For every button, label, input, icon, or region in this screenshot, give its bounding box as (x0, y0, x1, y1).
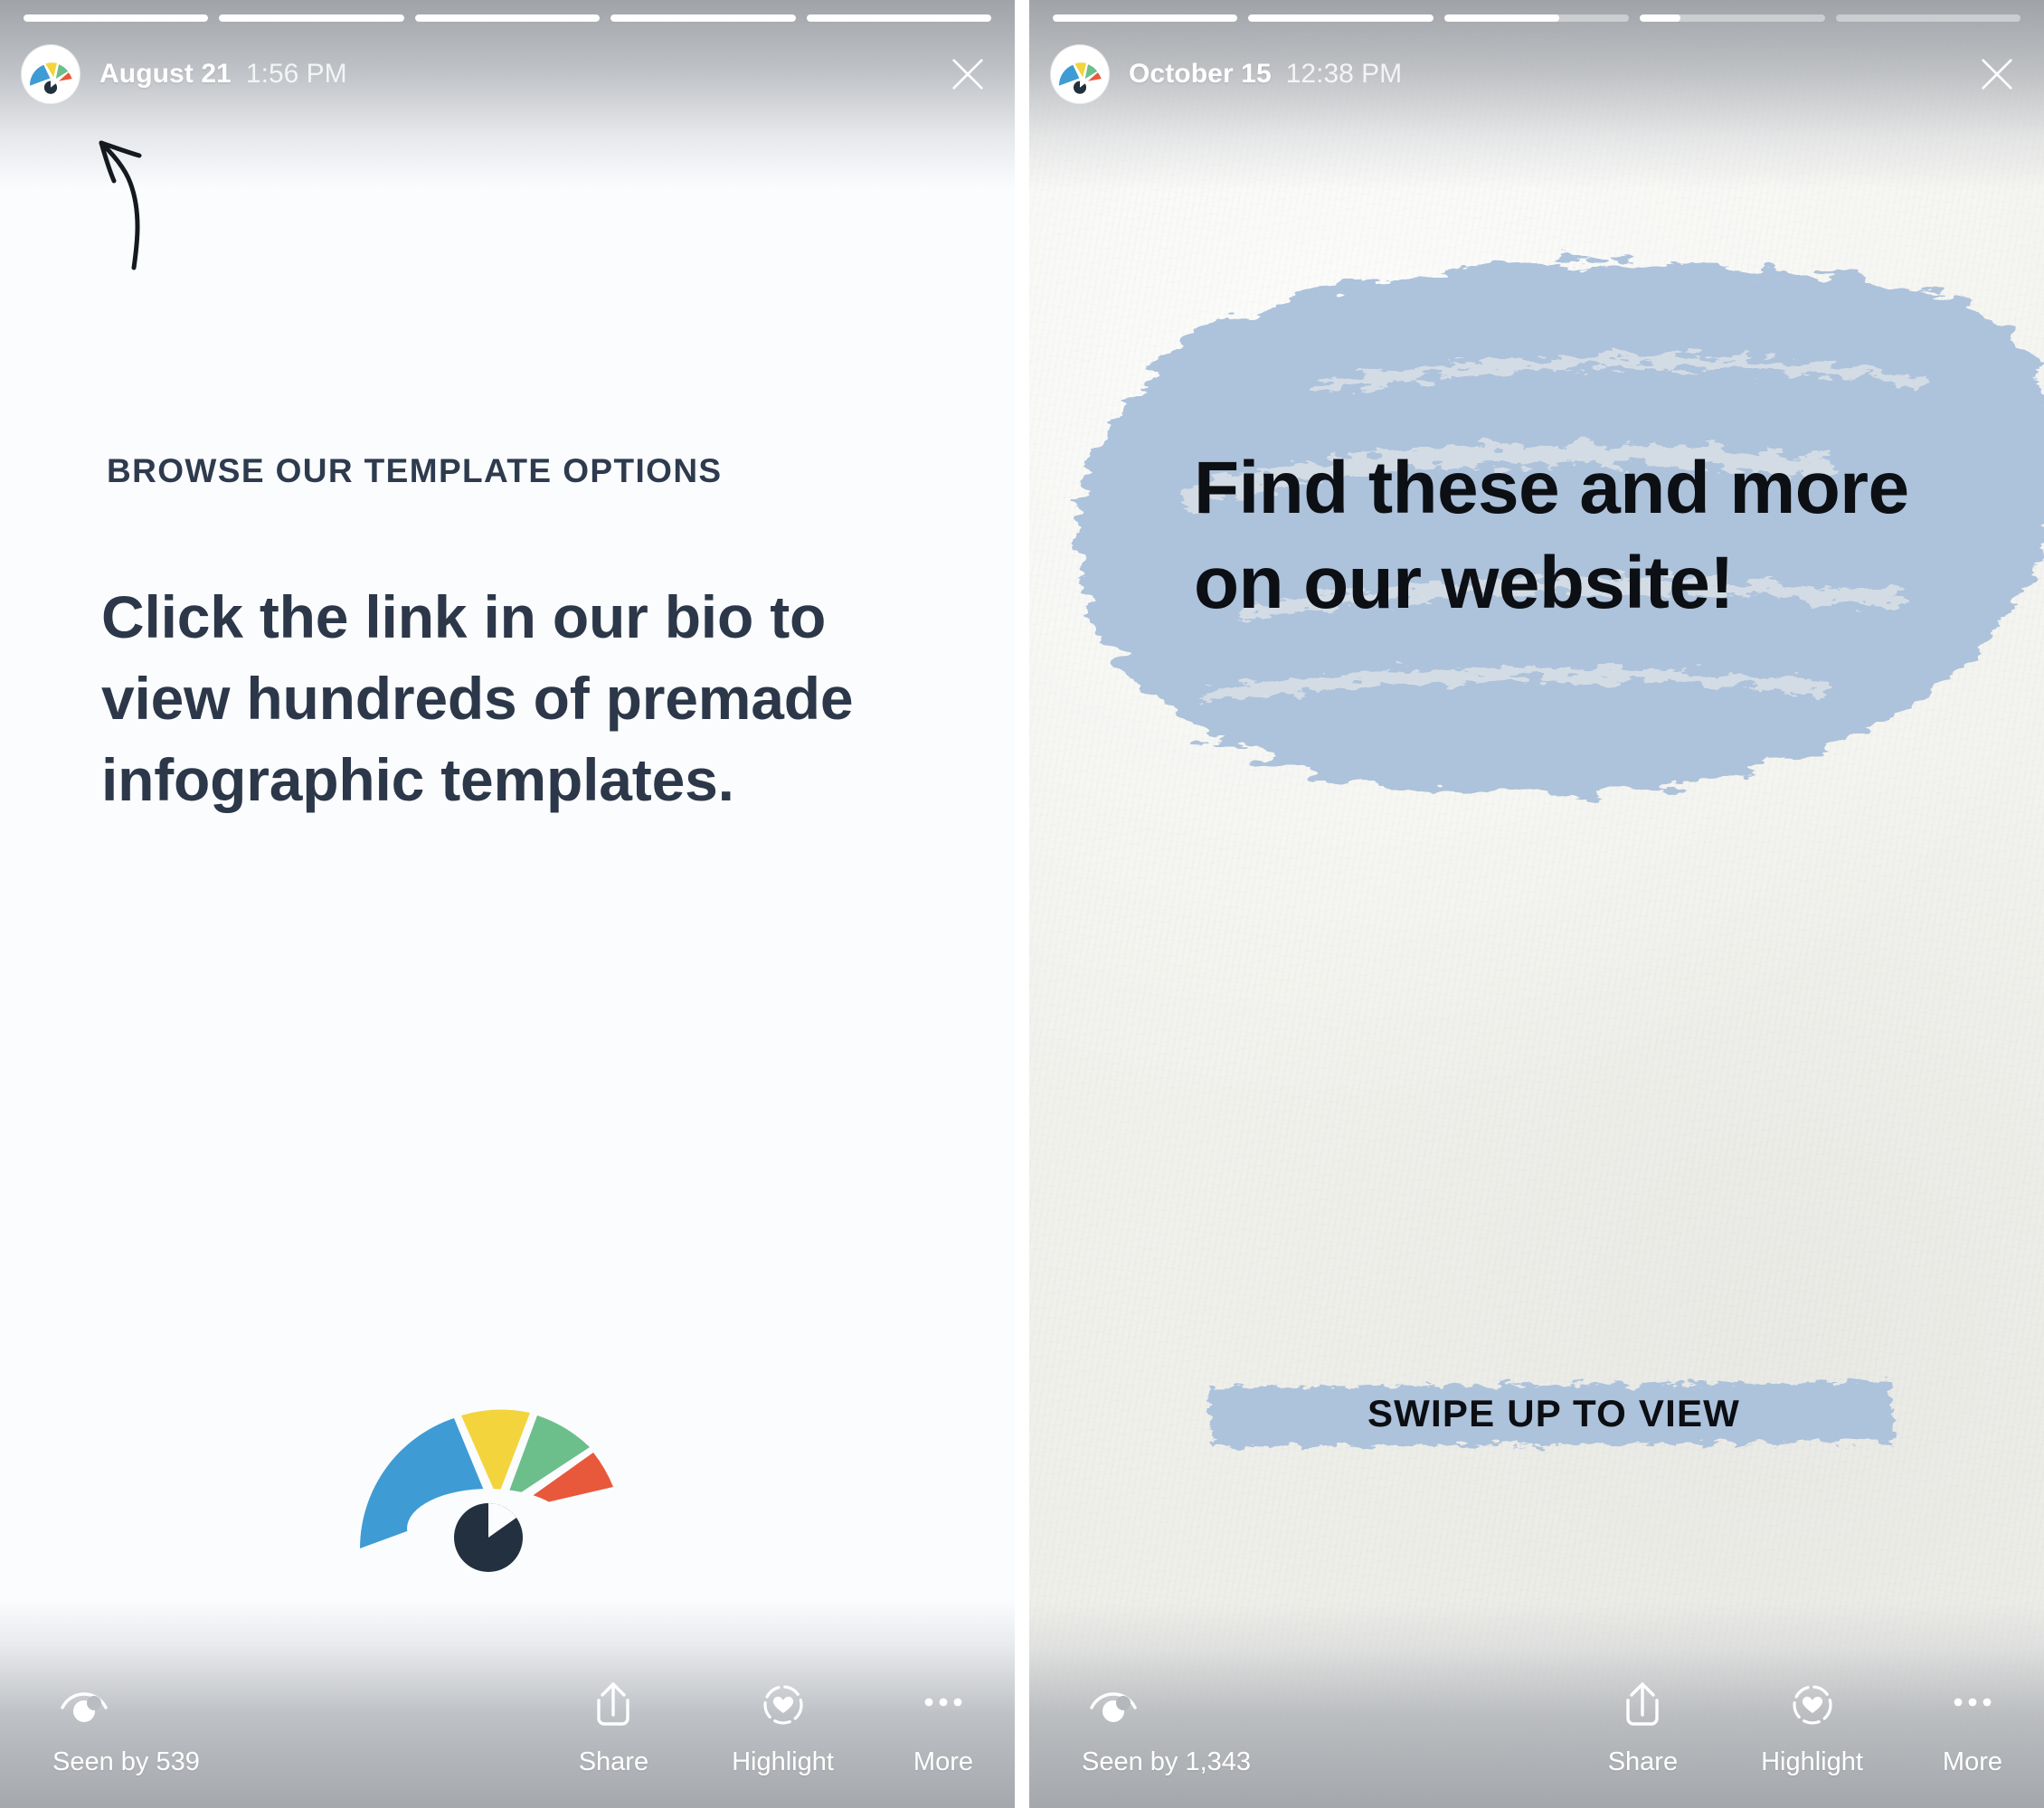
story-header-left: August 21 1:56 PM (22, 40, 993, 109)
highlight-label: Highlight (732, 1747, 834, 1776)
story-time: 1:56 PM (245, 59, 347, 89)
avatar[interactable] (22, 45, 80, 103)
share-button[interactable]: Share (579, 1677, 648, 1777)
share-upload-icon (1618, 1677, 1667, 1733)
gauge-chart-logo-icon (360, 1409, 613, 1572)
gauge-logo-avatar-icon (1051, 45, 1109, 103)
close-button[interactable] (942, 49, 993, 99)
headline-text: Find these and more on our website! (1194, 447, 1909, 624)
highlight-label: Highlight (1761, 1747, 1863, 1776)
paper-texture (1029, 0, 2044, 1808)
progress-segment[interactable] (1053, 14, 1238, 22)
story-progress-bar-left[interactable] (24, 14, 992, 24)
seen-by-label: Seen by 539 (52, 1747, 200, 1776)
swipe-up-label: SWIPE UP TO VIEW (1367, 1392, 1741, 1434)
story-progress-bar-right[interactable] (1053, 14, 2021, 24)
brand-logo (353, 1366, 651, 1574)
more-label: More (1942, 1747, 2002, 1776)
story-canvas-right (1029, 0, 2044, 1808)
share-label: Share (578, 1747, 649, 1776)
progress-segment[interactable] (1443, 14, 1630, 22)
progress-segment[interactable] (219, 14, 404, 22)
heart-in-dashed-circle-icon (758, 1677, 809, 1733)
highlight-button[interactable]: Highlight (732, 1677, 834, 1777)
close-button[interactable] (1972, 49, 2022, 99)
progress-segment[interactable] (24, 14, 209, 22)
panel-divider (1015, 0, 1029, 1808)
story-date: October 15 (1129, 59, 1272, 89)
story-panel-left: August 21 1:56 PM BROWSE OUR TEMPLATE OP… (0, 0, 1015, 1808)
share-upload-icon (589, 1677, 638, 1733)
more-button[interactable]: More (913, 1677, 973, 1777)
seen-by-button[interactable]: Seen by 1,343 (1062, 1677, 1251, 1777)
story-panel-right: October 15 12:38 PM Find these and more … (1029, 0, 2044, 1808)
story-toolbar-right: Seen by 1,343 Share Highlight More (1029, 1627, 2044, 1808)
more-label: More (913, 1747, 973, 1776)
close-icon (952, 59, 983, 90)
progress-segment[interactable] (806, 14, 992, 22)
heart-in-dashed-circle-icon (1787, 1677, 1838, 1733)
seen-by-button[interactable]: Seen by 539 (33, 1677, 200, 1777)
swipe-up-button[interactable]: SWIPE UP TO VIEW (1192, 1348, 1916, 1483)
ellipsis-icon (918, 1677, 969, 1733)
avatar[interactable] (1051, 45, 1109, 103)
headline-text: Click the link in our bio to view hundre… (101, 583, 854, 813)
progress-segment[interactable] (414, 14, 601, 22)
more-button[interactable]: More (1943, 1677, 2002, 1777)
eye-icon (1082, 1677, 1145, 1733)
share-label: Share (1607, 1747, 1679, 1776)
progress-segment[interactable] (1248, 14, 1434, 22)
progress-segment[interactable] (610, 14, 796, 22)
story-header-right: October 15 12:38 PM (1051, 40, 2022, 109)
progress-segment[interactable] (1835, 14, 2021, 22)
instagram-stories-viewer: August 21 1:56 PM BROWSE OUR TEMPLATE OP… (0, 0, 2044, 1808)
story-toolbar-left: Seen by 539 Share Highlight More (0, 1627, 1015, 1808)
close-icon (1982, 59, 2012, 90)
eye-icon (52, 1677, 116, 1733)
story-time: 12:38 PM (1285, 59, 1403, 89)
story-content-left: BROWSE OUR TEMPLATE OPTIONS Click the li… (0, 0, 1015, 1808)
share-button[interactable]: Share (1608, 1677, 1678, 1777)
gauge-logo-avatar-icon (22, 45, 80, 103)
eyebrow-text: BROWSE OUR TEMPLATE OPTIONS (107, 452, 723, 489)
highlight-button[interactable]: Highlight (1761, 1677, 1863, 1777)
story-date: August 21 (99, 59, 232, 89)
seen-by-label: Seen by 1,343 (1082, 1747, 1252, 1776)
ellipsis-icon (1947, 1677, 1998, 1733)
progress-segment[interactable] (1640, 14, 1825, 22)
